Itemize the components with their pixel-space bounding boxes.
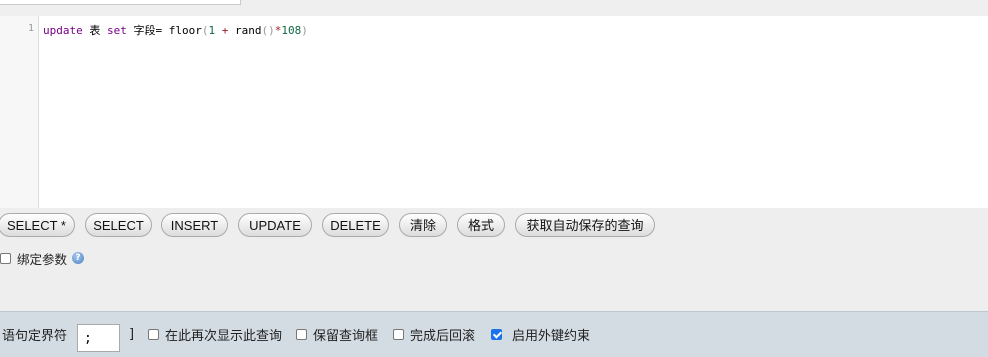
insert-button[interactable]: INSERT	[161, 213, 228, 237]
option-keep-query-box[interactable]: 保留查询框	[296, 312, 378, 357]
show-query-again-checkbox[interactable]	[148, 329, 159, 340]
code-number-108: 108	[281, 24, 302, 37]
code-keyword-update: update	[43, 24, 83, 37]
help-icon[interactable]: ?	[72, 252, 85, 264]
select-button[interactable]: SELECT	[85, 213, 152, 237]
option-show-query-again[interactable]: 在此再次显示此查询	[148, 312, 282, 357]
select-star-button[interactable]: SELECT *	[0, 213, 75, 237]
option-enable-foreign-keys[interactable]: 启用外键约束	[491, 312, 590, 357]
rollback-after-checkbox[interactable]	[393, 329, 404, 340]
code-paren-close: )	[301, 24, 308, 37]
code-rand: rand	[234, 24, 262, 37]
line-gutter: 1	[0, 16, 39, 208]
keep-query-box-checkbox[interactable]	[296, 329, 307, 340]
option-rollback-after[interactable]: 完成后回滚	[393, 312, 475, 357]
line-number: 1	[27, 23, 34, 34]
code-line[interactable]: update 表 set 字段= floor(1 + rand()*108)	[43, 22, 308, 38]
format-button[interactable]: 格式	[457, 213, 505, 237]
footer-options-bar: 语句定界符 ] 在此再次显示此查询 保留查询框 完成后回滚 启用外键约束	[0, 311, 988, 357]
delete-button[interactable]: DELETE	[322, 213, 389, 237]
delimiter-close-bracket: ]	[129, 327, 135, 342]
tab-notch	[0, 0, 241, 5]
bind-params-checkbox[interactable]	[0, 252, 11, 264]
rollback-after-label: 完成后回滚	[410, 329, 476, 344]
sql-editor[interactable]: 1 update 表 set 字段= floor(1 + rand()*108)	[0, 16, 988, 208]
code-table: 表	[82, 24, 107, 37]
bind-params-row: 绑定参数 ?	[0, 249, 85, 267]
enable-foreign-keys-label: 启用外键约束	[512, 329, 591, 344]
delimiter-input[interactable]	[77, 324, 120, 352]
keep-query-box-label: 保留查询框	[313, 329, 379, 344]
enable-foreign-keys-checkbox[interactable]	[491, 329, 502, 340]
get-autosave-button[interactable]: 获取自动保存的查询	[515, 213, 655, 237]
code-rand-parens: ()	[261, 24, 275, 37]
update-button[interactable]: UPDATE	[238, 213, 312, 237]
delimiter-label: 语句定界符	[2, 329, 68, 344]
code-keyword-set: set	[107, 24, 127, 37]
show-query-again-label: 在此再次显示此查询	[165, 329, 283, 344]
code-field-func: 字段= floor	[126, 24, 202, 37]
bind-params-label: 绑定参数	[17, 251, 68, 267]
code-plus: +	[215, 24, 235, 37]
clear-button[interactable]: 清除	[399, 213, 447, 237]
